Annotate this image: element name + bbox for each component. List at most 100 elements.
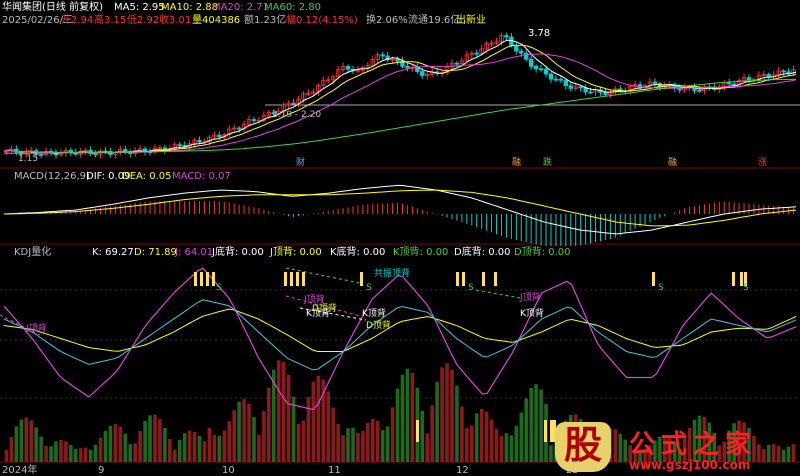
volume-bar xyxy=(19,419,24,462)
low-value: 2.92 xyxy=(137,15,159,26)
kdj-title: KDJ量化 xyxy=(14,245,51,258)
signal-bar xyxy=(302,272,305,286)
candle-body xyxy=(123,149,128,152)
close-label: 收 xyxy=(159,13,169,26)
volume-bar xyxy=(182,433,187,462)
price-panel xyxy=(3,32,797,159)
candle-body xyxy=(177,144,182,147)
candle-body xyxy=(291,102,296,105)
volume-bar xyxy=(39,436,43,462)
volume-bar xyxy=(465,428,469,462)
candle-body xyxy=(652,81,658,84)
s-marker: S xyxy=(366,283,372,293)
divergence-label: 共振顶背 xyxy=(374,267,410,279)
volume-bar xyxy=(425,433,430,462)
candle-body xyxy=(781,70,786,73)
signal-bar xyxy=(284,272,287,286)
volume-bar xyxy=(187,430,192,462)
candle-body xyxy=(603,91,608,95)
volume-bar xyxy=(4,450,9,462)
volume-bar xyxy=(128,444,133,462)
change-label: 幅 xyxy=(286,13,296,26)
volume-bar xyxy=(262,410,266,462)
volume-bar xyxy=(44,445,48,462)
volume-bar xyxy=(267,387,271,462)
volume-bar xyxy=(34,427,38,462)
volume-bar xyxy=(113,424,118,462)
volume-bar xyxy=(212,434,217,462)
event-marker: 涨 xyxy=(758,157,767,168)
candle-body xyxy=(405,65,410,69)
candle-body xyxy=(514,45,519,52)
macd-title: MACD(12,26,9) xyxy=(14,171,90,182)
signal-bar xyxy=(544,420,547,442)
volume-bar xyxy=(148,415,152,462)
x-tick-label: 12 xyxy=(456,465,469,476)
volume-bar xyxy=(207,427,212,462)
low-label: 低 xyxy=(127,13,137,26)
candle-body xyxy=(504,35,509,38)
volume-bar xyxy=(420,410,425,462)
volume-bar xyxy=(385,426,390,462)
event-marker: 跌 xyxy=(543,157,552,168)
volume-bar xyxy=(247,403,251,462)
volume-bar xyxy=(469,425,474,462)
kdj-d-top: D顶背: 0.00 xyxy=(514,245,571,258)
volume-bar xyxy=(93,444,98,462)
volume-bar xyxy=(524,398,529,462)
volume-bar xyxy=(133,443,137,462)
macd-panel xyxy=(3,184,797,246)
volume-bar xyxy=(479,408,484,462)
dif-line xyxy=(3,184,797,235)
amount-value: 1.23亿 xyxy=(254,13,286,26)
volume-bar xyxy=(29,420,34,462)
candle-body xyxy=(543,68,549,75)
volume-bar xyxy=(366,422,370,462)
x-tick-label: 2024年 xyxy=(2,463,37,476)
volume-bar xyxy=(341,435,345,462)
volume-value: 404386 xyxy=(202,15,240,26)
ma60-line xyxy=(4,78,797,154)
open-value: 2.94 xyxy=(71,15,93,26)
ma60-label: MA60: 2.80 xyxy=(264,2,321,13)
volume-bar xyxy=(356,432,360,462)
s-marker: S xyxy=(658,283,664,293)
candle-body xyxy=(588,91,593,94)
volume-bar xyxy=(301,420,306,462)
volume-bar xyxy=(539,389,543,462)
candle-body xyxy=(217,134,222,138)
ma20-line xyxy=(3,53,797,154)
divergence-line xyxy=(475,289,521,299)
s-marker: S xyxy=(216,283,222,293)
volume-bar xyxy=(276,360,281,462)
volume-bar xyxy=(504,433,509,462)
volume-bar xyxy=(361,430,365,462)
low-price-annotation: 1.15 xyxy=(18,154,38,164)
volume-bar xyxy=(14,426,19,462)
volume-bar xyxy=(395,388,400,462)
candle-body xyxy=(345,65,351,70)
ma10-label: MA10: 2.88 xyxy=(161,2,218,13)
volume-bar xyxy=(286,374,291,462)
signal-bar xyxy=(206,272,209,286)
volume-bar xyxy=(153,414,157,462)
logo-url: www.gszj100.com xyxy=(629,458,751,472)
volume-bar xyxy=(509,435,514,462)
float-label: 流通 xyxy=(408,13,428,26)
volume-bar xyxy=(460,406,464,462)
status-badge: 出新业 xyxy=(456,13,486,26)
candle-body xyxy=(766,74,771,78)
candle-body xyxy=(568,85,573,89)
high-label: 高 xyxy=(94,13,104,26)
signal-bar xyxy=(652,272,655,286)
ma5-label: MA5: 2.95 xyxy=(114,2,165,13)
candle-body xyxy=(558,78,564,81)
high-price-annotation: 3.78 xyxy=(528,28,550,39)
volume-bar xyxy=(242,398,246,462)
volume-bar xyxy=(529,387,533,462)
volume-bar xyxy=(405,368,410,462)
candle-body xyxy=(524,52,529,60)
volume-bar xyxy=(375,420,380,462)
volume-bar xyxy=(489,419,494,462)
candle-body xyxy=(38,153,44,156)
